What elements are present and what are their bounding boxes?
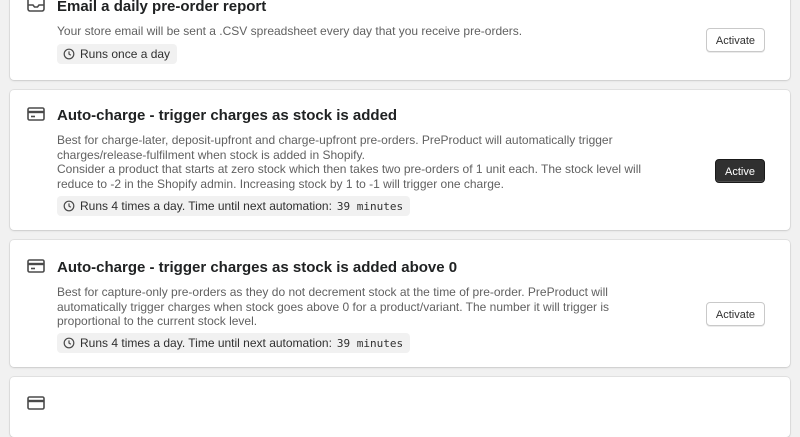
description-paragraph: Best for charge-later, deposit-upfront a… [57,133,613,162]
inbox-tray-icon [26,0,46,14]
description-paragraph: Best for capture-only pre-orders as they… [57,285,610,328]
credit-card-icon [26,393,46,413]
automation-description: Your store email will be sent a .CSV spr… [57,24,667,39]
automation-description: Best for charge-later, deposit-upfront a… [57,133,667,191]
schedule-text: Runs once a day [80,47,171,61]
countdown-value: 39 minutes [336,336,404,350]
automation-card-auto-charge-stock-added: Auto-charge - trigger charges as stock i… [10,90,790,230]
automation-title: Auto-charge - trigger charges as stock i… [57,259,458,276]
description-paragraph: Your store email will be sent a .CSV spr… [57,24,523,38]
activate-button[interactable]: Activate [705,28,765,52]
clock-icon [63,337,75,349]
description-paragraph: Consider a product that starts at zero s… [57,162,642,191]
clock-icon [63,200,75,212]
credit-card-icon [26,104,46,124]
automation-title: Email a daily pre-order report [57,0,267,15]
schedule-text: Runs 4 times a day. Time until next auto… [80,336,332,350]
automation-card-daily-report: Email a daily pre-order report Your stor… [10,0,790,80]
automation-card-auto-charge-above-zero: Auto-charge - trigger charges as stock i… [10,240,790,367]
automation-card-partial [10,377,790,437]
activate-button[interactable]: Activate [705,302,765,326]
schedule-text: Runs 4 times a day. Time until next auto… [80,199,332,213]
schedule-badge: Runs 4 times a day. Time until next auto… [57,196,411,216]
automation-description: Best for capture-only pre-orders as they… [57,285,667,329]
schedule-badge: Runs 4 times a day. Time until next auto… [57,333,411,353]
credit-card-icon [26,256,46,276]
active-button[interactable]: Active [715,159,765,183]
countdown-value: 39 minutes [336,199,404,213]
clock-icon [63,48,75,60]
schedule-badge: Runs once a day [57,44,178,64]
automation-title: Auto-charge - trigger charges as stock i… [57,107,398,124]
